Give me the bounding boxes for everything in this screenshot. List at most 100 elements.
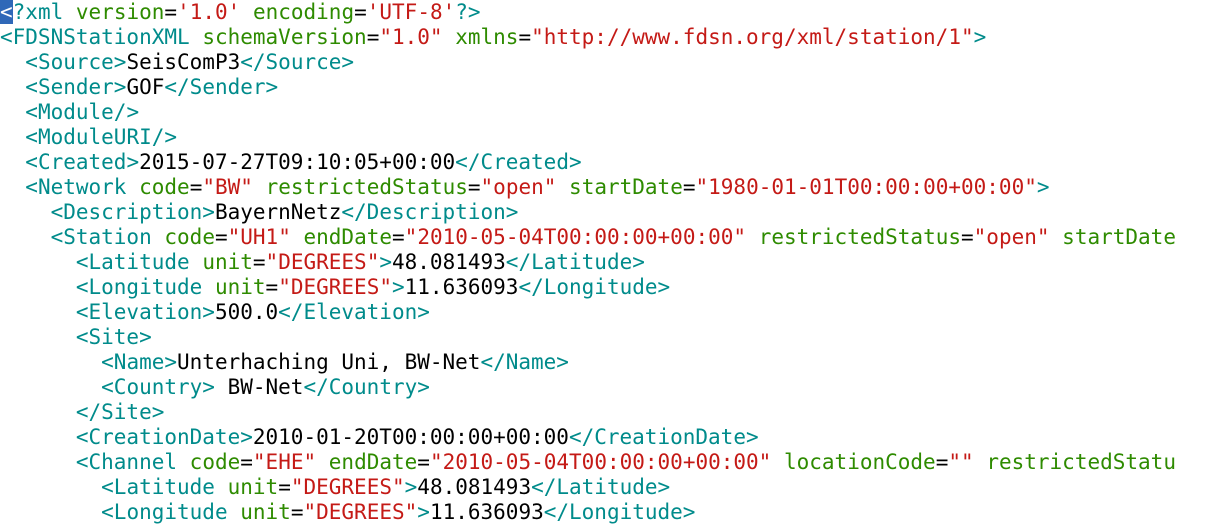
- xml-text-content: [974, 450, 987, 474]
- xml-tag-token: >: [973, 25, 987, 49]
- xml-text-content: [746, 225, 759, 249]
- code-line[interactable]: <FDSNStationXML schemaVersion="1.0" xmln…: [0, 25, 1206, 50]
- code-line[interactable]: <Sender>GOF</Sender>: [0, 75, 1206, 100]
- xml-tag-token: >: [404, 475, 418, 499]
- xml-tag-token: >: [1036, 175, 1050, 199]
- xml-attribute-name: code: [139, 175, 190, 199]
- xml-attribute-name: endDate: [303, 225, 393, 249]
- code-line[interactable]: </Site>: [0, 400, 1206, 425]
- xml-text-content: [202, 275, 215, 299]
- xml-text-content: =: [935, 450, 949, 474]
- xml-text-content: [771, 450, 784, 474]
- xml-tag-token: </Elevation>: [278, 300, 430, 324]
- code-line[interactable]: <Source>SeisComP3</Source>: [0, 50, 1206, 75]
- xml-attribute-name: restrictedStatus: [265, 175, 468, 199]
- xml-text-content: BW-Net: [214, 375, 304, 399]
- xml-tag-token: >: [379, 250, 392, 274]
- xml-tag-token: <Module/>: [25, 100, 140, 124]
- code-line[interactable]: <Elevation>500.0</Elevation>: [0, 300, 1206, 325]
- xml-text-content: 48.081493: [392, 250, 506, 274]
- xml-attribute-value: 'UTF-8': [366, 0, 456, 24]
- xml-text-content: BayernNetz: [214, 200, 342, 224]
- xml-text-content: [152, 225, 165, 249]
- xml-attribute-name: unit: [227, 475, 279, 499]
- code-line[interactable]: <Latitude unit="DEGREES">48.081493</Lati…: [0, 250, 1206, 275]
- xml-attribute-value: "UH1": [227, 225, 291, 249]
- xml-attribute-value: '1.0': [177, 0, 241, 24]
- xml-tag-token: ?xml: [12, 0, 64, 24]
- xml-text-content: 48.081493: [417, 475, 532, 499]
- code-line[interactable]: <Longitude unit="DEGREES">11.636093</Lon…: [0, 275, 1206, 300]
- xml-text-content: =: [164, 0, 178, 24]
- xml-tag-token: <Latitude: [101, 475, 215, 499]
- xml-tag-token: </Longitude>: [518, 275, 671, 299]
- xml-tag-token: </Sender>: [164, 75, 279, 99]
- xml-attribute-value: "EHE": [252, 450, 317, 474]
- xml-attribute-name: encoding: [252, 0, 355, 24]
- xml-attribute-name: startDate: [569, 175, 683, 199]
- code-line[interactable]: <Station code="UH1" endDate="2010-05-04T…: [0, 225, 1206, 250]
- xml-attribute-name: restrictedStatu: [986, 450, 1176, 474]
- xml-tag-token: <ModuleURI/>: [25, 125, 178, 149]
- xml-tag-token: <Channel: [75, 450, 178, 474]
- code-line[interactable]: <Description>BayernNetz</Description>: [0, 200, 1206, 225]
- xml-attribute-value: "1.0": [379, 25, 443, 49]
- xml-attribute-value: "": [948, 450, 974, 474]
- xml-tag-token: <Sender>: [25, 75, 127, 99]
- code-line[interactable]: <Name>Unterhaching Uni, BW-Net</Name>: [0, 350, 1206, 375]
- xml-text-content: [556, 175, 569, 199]
- text-cursor: <: [0, 0, 13, 24]
- xml-attribute-name: locationCode: [783, 450, 936, 474]
- xml-tag-token: <Site>: [75, 325, 152, 349]
- xml-text-content: 2010-01-20T00:00:00+00:00: [252, 425, 569, 449]
- xml-tag-token: </Country>: [303, 375, 430, 399]
- xml-text-content: [1050, 225, 1063, 249]
- xml-attribute-value: "2010-05-04T00:00:00+00:00": [404, 225, 747, 249]
- code-line[interactable]: <Country> BW-Net</Country>: [0, 375, 1206, 400]
- code-line[interactable]: <Site>: [0, 325, 1206, 350]
- code-line[interactable]: <Created>2015-07-27T09:10:05+00:00</Crea…: [0, 150, 1206, 175]
- xml-tag-token: <Name>: [101, 350, 178, 374]
- code-line[interactable]: <ModuleURI/>: [0, 125, 1206, 150]
- xml-text-content: =: [354, 0, 367, 24]
- code-line[interactable]: <Latitude unit="DEGREES">48.081493</Lati…: [0, 475, 1206, 500]
- xml-text-content: =: [417, 450, 430, 474]
- code-line[interactable]: <?xml version='1.0' encoding='UTF-8'?>: [0, 0, 1206, 25]
- xml-text-content: 500.0: [214, 300, 279, 324]
- code-line[interactable]: <Module/>: [0, 100, 1206, 125]
- xml-attribute-value: "1980-01-01T00:00:00+00:00": [695, 175, 1037, 199]
- xml-tag-token: <Longitude: [101, 500, 228, 524]
- xml-tag-token: >: [417, 500, 430, 524]
- code-line[interactable]: <Longitude unit="DEGREES">11.636093</Lon…: [0, 500, 1206, 525]
- xml-tag-token: </Latitude>: [531, 475, 671, 499]
- xml-text-content: 11.636093: [404, 275, 519, 299]
- xml-tag-token: <Longitude: [75, 275, 203, 299]
- xml-text-content: =: [366, 25, 380, 49]
- xml-tag-token: <Elevation>: [75, 300, 215, 324]
- xml-attribute-name: endDate: [328, 450, 418, 474]
- xml-tag-token: <Country>: [101, 375, 215, 399]
- code-line[interactable]: <Channel code="EHE" endDate="2010-05-04T…: [0, 450, 1206, 475]
- xml-text-content: [240, 0, 253, 24]
- xml-text-content: [316, 450, 329, 474]
- code-line[interactable]: <Network code="BW" restrictedStatus="ope…: [0, 175, 1206, 200]
- xml-editor[interactable]: <?xml version='1.0' encoding='UTF-8'?> <F…: [0, 0, 1206, 531]
- xml-text-content: =: [290, 500, 304, 524]
- xml-text-content: [228, 500, 241, 524]
- xml-attribute-name: restrictedStatus: [758, 225, 961, 249]
- code-line[interactable]: <CreationDate>2010-01-20T00:00:00+00:00<…: [0, 425, 1206, 450]
- xml-text-content: =: [189, 175, 203, 199]
- xml-attribute-name: code: [189, 450, 241, 474]
